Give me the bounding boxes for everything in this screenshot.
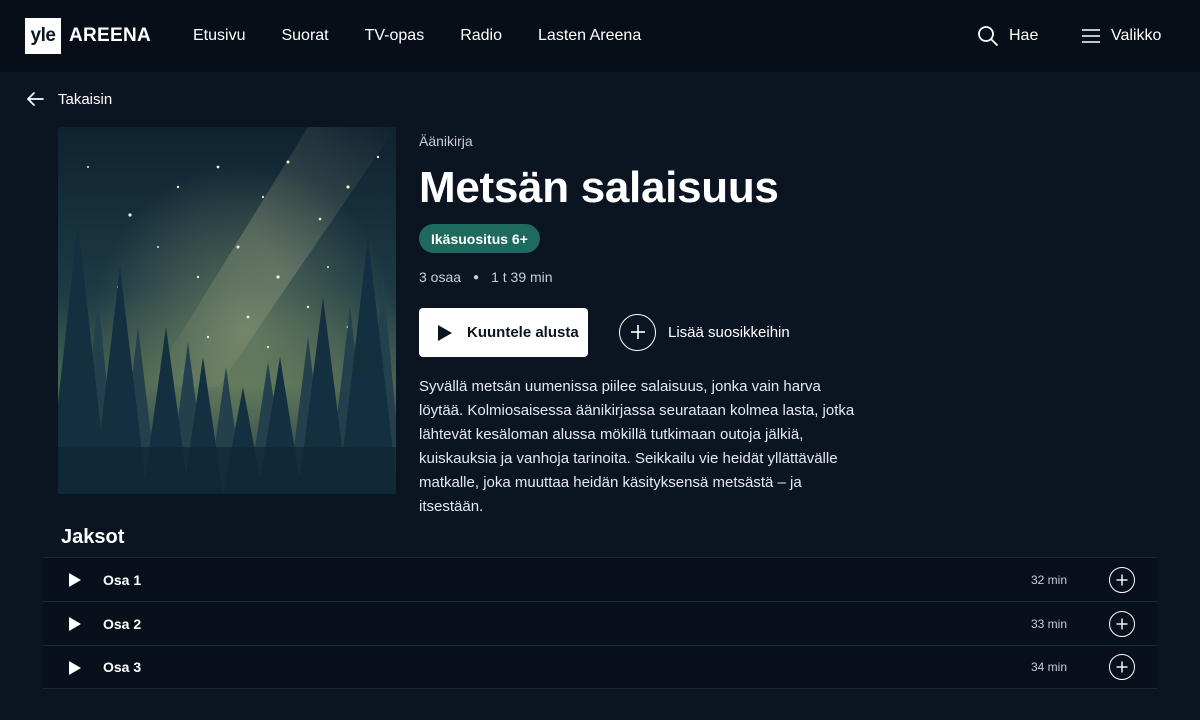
play-icon[interactable] <box>69 661 81 675</box>
top-navigation-bar: yle AREENA Etusivu Suorat TV-opas Radio … <box>0 0 1200 72</box>
menu-button[interactable]: Valikko <box>1081 0 1161 72</box>
cover-art <box>58 127 396 494</box>
episode-count: 3 osaa <box>419 269 462 285</box>
episodes-heading: Jaksot <box>61 526 125 548</box>
arrow-left-icon <box>27 92 44 106</box>
plus-icon <box>1116 574 1128 585</box>
hamburger-menu-icon <box>1082 29 1100 43</box>
play-icon[interactable] <box>69 573 81 587</box>
nav-item-etusivu[interactable]: Etusivu <box>193 27 245 45</box>
play-icon[interactable] <box>69 617 81 631</box>
menu-label: Valikko <box>1111 27 1162 44</box>
play-icon <box>438 324 452 341</box>
nav-item-tv-opas[interactable]: TV-opas <box>365 27 425 45</box>
plus-circle-icon <box>619 313 656 351</box>
add-episode-button[interactable] <box>1109 654 1135 680</box>
back-link[interactable]: Takaisin <box>26 86 112 112</box>
search-button[interactable]: Hae <box>977 0 1038 72</box>
episode-duration: 33 min <box>1030 616 1067 631</box>
program-description: Syvällä metsän uumenissa piilee salaisuu… <box>419 378 855 515</box>
episode-duration: 34 min <box>1030 660 1067 674</box>
add-to-favorites-button[interactable]: Lisää suosikkeihin <box>619 312 790 352</box>
episode-title: Osa 3 <box>103 659 142 675</box>
play-from-start-button[interactable]: Kuuntele alusta <box>419 308 588 357</box>
search-icon <box>978 26 998 46</box>
program-title: Metsän salaisuus <box>419 163 779 212</box>
nav-item-suorat[interactable]: Suorat <box>281 27 328 45</box>
add-episode-button[interactable] <box>1109 610 1135 637</box>
favorite-label: Lisää suosikkeihin <box>668 323 790 341</box>
program-category: Äänikirja <box>419 133 473 149</box>
nav-item-lasten-areena[interactable]: Lasten Areena <box>538 27 641 45</box>
logo-mark: yle <box>25 18 61 54</box>
main-nav: Etusivu Suorat TV-opas Radio Lasten Aree… <box>193 0 677 72</box>
total-duration: 1 t 39 min <box>491 269 553 285</box>
search-label: Hae <box>1009 27 1039 44</box>
logo-text: AREENA <box>69 25 152 46</box>
episode-row[interactable]: Osa 2 33 min <box>43 601 1157 645</box>
plus-icon <box>1116 661 1128 673</box>
program-meta: 3 osaa ● 1 t 39 min <box>419 269 553 285</box>
age-rating-badge: Ikäsuositus 6+ <box>419 224 540 253</box>
episode-row[interactable]: Osa 1 32 min <box>43 557 1157 601</box>
separator-dot: ● <box>473 271 480 283</box>
back-label: Takaisin <box>58 90 113 108</box>
yle-areena-logo[interactable]: yle AREENA <box>25 18 151 54</box>
forest-night-sky-illustration <box>58 127 396 494</box>
episode-duration: 32 min <box>1030 572 1067 587</box>
episode-title: Osa 1 <box>103 571 142 588</box>
plus-icon <box>1116 618 1128 629</box>
episode-row[interactable]: Osa 3 34 min <box>43 645 1157 689</box>
add-episode-button[interactable] <box>1109 566 1135 593</box>
play-button-label: Kuuntele alusta <box>467 324 579 341</box>
episode-title: Osa 2 <box>103 615 142 632</box>
nav-item-radio[interactable]: Radio <box>460 27 502 45</box>
episode-list: Osa 1 32 min Osa 2 33 min Osa 3 34 min <box>43 557 1157 689</box>
